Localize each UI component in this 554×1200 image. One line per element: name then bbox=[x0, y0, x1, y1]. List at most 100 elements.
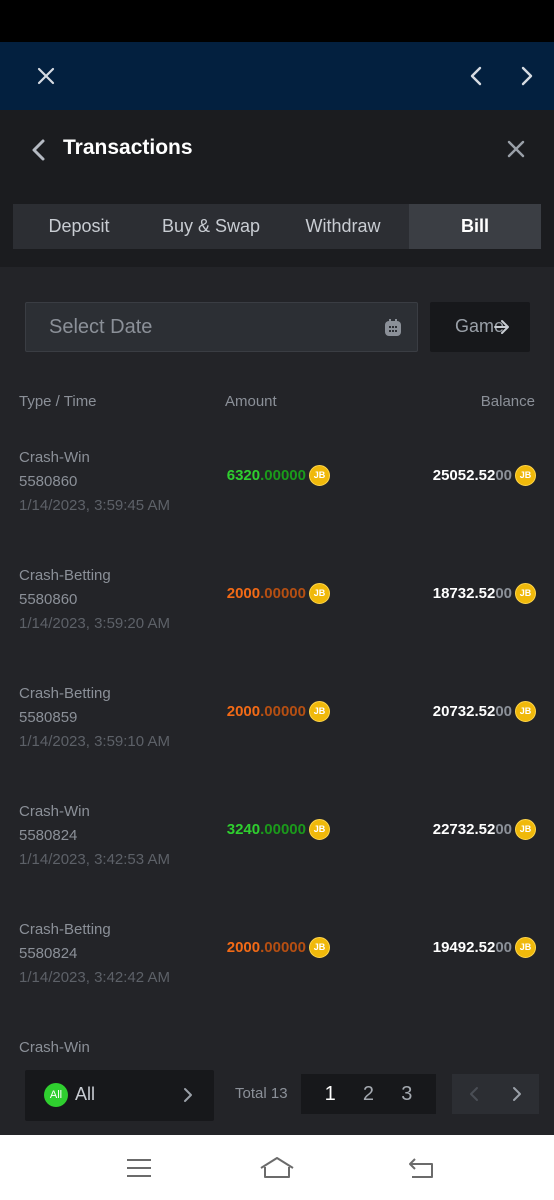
transaction-row: Crash-Betting 5580859 1/14/2023, 3:59:10… bbox=[0, 685, 554, 775]
balance-decimal: 00 bbox=[495, 938, 512, 956]
transaction-type: Crash-Win bbox=[19, 1039, 90, 1056]
transactions-panel: Transactions Deposit Buy & Swap Withdraw… bbox=[0, 110, 554, 1135]
coin-icon: JB bbox=[309, 582, 330, 604]
coin-icon: JB bbox=[309, 936, 330, 958]
transaction-type: Crash-Betting bbox=[19, 685, 111, 702]
amount-integer: 6320 bbox=[226, 466, 261, 484]
coin-icon: JB bbox=[515, 818, 536, 840]
transaction-amount: 3240.00000 JB bbox=[227, 818, 330, 840]
transaction-amount: 2000.00000 JB bbox=[227, 700, 330, 722]
transaction-row: Crash-Win 5580824 1/14/2023, 3:42:53 AM … bbox=[0, 803, 554, 893]
amount-integer: 3240 bbox=[226, 820, 261, 838]
panel-header: Transactions Deposit Buy & Swap Withdraw… bbox=[0, 110, 554, 267]
balance-integer: 22732.52 bbox=[432, 820, 496, 838]
transaction-id: 5580860 bbox=[19, 591, 78, 608]
transaction-id: 5580824 bbox=[19, 945, 78, 962]
transaction-balance: 22732.52 00 JB bbox=[433, 818, 536, 840]
amount-decimal: .00000 bbox=[260, 702, 306, 720]
transaction-time: 1/14/2023, 3:42:53 AM bbox=[19, 851, 170, 868]
transaction-time: 1/14/2023, 3:59:10 AM bbox=[19, 733, 170, 750]
back-icon[interactable] bbox=[406, 1155, 436, 1181]
balance-integer: 18732.52 bbox=[432, 584, 496, 602]
balance-decimal: 00 bbox=[495, 820, 512, 838]
balance-decimal: 00 bbox=[495, 584, 512, 602]
top-nav bbox=[0, 42, 554, 110]
balance-integer: 25052.52 bbox=[432, 466, 496, 484]
transaction-id: 5580824 bbox=[19, 827, 78, 844]
amount-integer: 2000 bbox=[226, 584, 261, 602]
calendar-icon bbox=[383, 318, 403, 338]
transaction-balance: 20732.52 00 JB bbox=[433, 700, 536, 722]
tab-buy-swap[interactable]: Buy & Swap bbox=[145, 204, 277, 249]
amount-decimal: .00000 bbox=[260, 584, 306, 602]
close-icon[interactable] bbox=[505, 138, 527, 160]
amount-decimal: .00000 bbox=[260, 466, 306, 484]
column-header-amount: Amount bbox=[225, 393, 277, 410]
transaction-type: Crash-Win bbox=[19, 803, 90, 820]
transaction-type: Crash-Betting bbox=[19, 567, 111, 584]
transaction-row: Crash-Win 5580860 1/14/2023, 3:59:45 AM … bbox=[0, 449, 554, 539]
pagination: 1 2 3 bbox=[301, 1074, 436, 1114]
type-filter-button[interactable]: All All bbox=[25, 1070, 214, 1121]
amount-decimal: .00000 bbox=[260, 938, 306, 956]
prev-page-icon[interactable] bbox=[452, 1074, 496, 1114]
chevron-left-icon[interactable] bbox=[465, 64, 489, 88]
coin-icon: JB bbox=[515, 936, 536, 958]
transaction-amount: 6320.00000 JB bbox=[227, 464, 330, 486]
coin-icon: JB bbox=[309, 700, 330, 722]
amount-integer: 2000 bbox=[226, 938, 261, 956]
game-filter-button[interactable]: Game bbox=[430, 302, 530, 352]
filter-label: All bbox=[75, 1084, 96, 1104]
coin-icon: JB bbox=[515, 464, 536, 486]
page-1[interactable]: 1 bbox=[325, 1083, 336, 1106]
column-header-type-time: Type / Time bbox=[19, 393, 97, 410]
coin-icon: JB bbox=[515, 700, 536, 722]
coin-icon: JB bbox=[309, 818, 330, 840]
date-picker[interactable]: Select Date bbox=[25, 302, 418, 352]
status-bar bbox=[0, 0, 554, 42]
page-navigation bbox=[452, 1074, 539, 1114]
page-2[interactable]: 2 bbox=[363, 1083, 374, 1106]
amount-integer: 2000 bbox=[226, 702, 261, 720]
page-3[interactable]: 3 bbox=[401, 1083, 412, 1106]
transaction-time: 1/14/2023, 3:59:45 AM bbox=[19, 497, 170, 514]
amount-decimal: .00000 bbox=[260, 820, 306, 838]
transaction-amount: 2000.00000 JB bbox=[227, 582, 330, 604]
chevron-right-icon bbox=[179, 1086, 197, 1104]
transaction-time: 1/14/2023, 3:42:42 AM bbox=[19, 969, 170, 986]
balance-decimal: 00 bbox=[495, 702, 512, 720]
transaction-row: Crash-Betting 5580860 1/14/2023, 3:59:20… bbox=[0, 567, 554, 657]
transaction-balance: 25052.52 00 JB bbox=[433, 464, 536, 486]
close-icon[interactable] bbox=[34, 64, 58, 88]
page-title: Transactions bbox=[63, 136, 193, 159]
arrow-right-icon bbox=[494, 320, 509, 334]
next-page-icon[interactable] bbox=[496, 1074, 540, 1114]
back-arrow-icon[interactable] bbox=[28, 138, 50, 162]
transaction-row: Crash-Betting 5580824 1/14/2023, 3:42:42… bbox=[0, 921, 554, 1011]
transaction-amount: 2000.00000 JB bbox=[227, 936, 330, 958]
coin-icon: JB bbox=[309, 464, 330, 486]
transaction-id: 5580859 bbox=[19, 709, 78, 726]
home-icon[interactable] bbox=[259, 1155, 294, 1181]
coin-icon: JB bbox=[515, 582, 536, 604]
tab-bar: Deposit Buy & Swap Withdraw Bill bbox=[13, 204, 541, 249]
date-placeholder: Select Date bbox=[49, 316, 153, 338]
total-count: Total 13 bbox=[235, 1085, 288, 1102]
transaction-balance: 19492.52 00 JB bbox=[433, 936, 536, 958]
system-nav-bar bbox=[0, 1135, 554, 1200]
all-badge: All bbox=[44, 1083, 68, 1107]
balance-integer: 19492.52 bbox=[432, 938, 496, 956]
transaction-time: 1/14/2023, 3:59:20 AM bbox=[19, 615, 170, 632]
chevron-right-icon[interactable] bbox=[514, 64, 538, 88]
transaction-type: Crash-Betting bbox=[19, 921, 111, 938]
transaction-balance: 18732.52 00 JB bbox=[433, 582, 536, 604]
tab-deposit[interactable]: Deposit bbox=[13, 204, 145, 249]
transaction-type: Crash-Win bbox=[19, 449, 90, 466]
balance-decimal: 00 bbox=[495, 466, 512, 484]
tab-bill[interactable]: Bill bbox=[409, 204, 541, 249]
menu-icon[interactable] bbox=[124, 1155, 154, 1181]
tab-withdraw[interactable]: Withdraw bbox=[277, 204, 409, 249]
transaction-id: 5580860 bbox=[19, 473, 78, 490]
column-header-balance: Balance bbox=[480, 393, 535, 410]
balance-integer: 20732.52 bbox=[432, 702, 496, 720]
